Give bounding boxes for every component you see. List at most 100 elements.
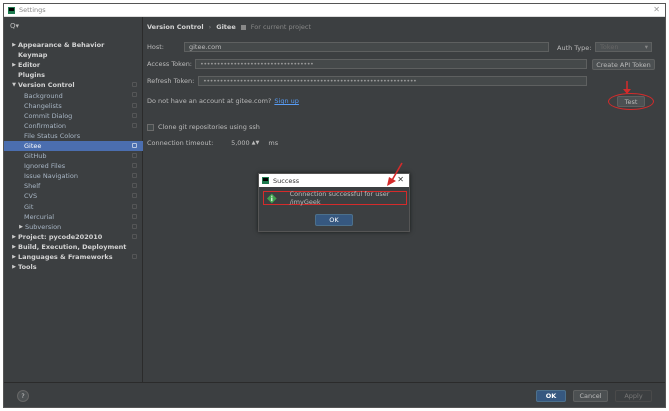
sidebar-item-issue-navigation[interactable]: Issue Navigation [4,171,143,181]
create-api-token-button[interactable]: Create API Token [592,59,655,70]
timeout-value: 5,000 [231,139,250,147]
sidebar-item-label: Gitee [24,141,42,150]
settings-tree: ▶ Appearance & Behavior Keymap ▶ Editor Plugi… [4,40,143,272]
sidebar-item-label: Changelists [24,101,62,110]
annotation-arrow-icon [387,162,403,186]
window-titlebar: Settings ✕ [4,4,665,17]
breadcrumb: Version Control › Gitee For current proj… [147,23,311,31]
chevron-down-icon: ▾ [644,43,648,51]
clone-ssh-label: Clone git repositories using ssh [158,123,260,131]
project-scope-icon [132,163,137,169]
apply-button[interactable]: Apply [615,390,652,402]
project-scope-icon [132,223,137,229]
sidebar-item-mercurial[interactable]: Mercurial [4,212,143,222]
chevron-right-icon[interactable]: ▶ [17,224,25,230]
chevron-right-icon[interactable]: ▶ [10,264,18,270]
pycharm-app-icon [8,6,15,14]
sidebar-item-build-execution-deployment[interactable]: ▶ Build, Execution, Deployment [4,242,143,252]
sidebar-item-label: Subversion [25,222,62,231]
timeout-label: Connection timeout: [147,139,214,147]
access-token-label: Access Token: [147,60,193,68]
timeout-input[interactable]: 5,000 ▲▼ [218,138,263,148]
info-icon [267,193,277,203]
sidebar-item-appearance-behavior[interactable]: ▶ Appearance & Behavior [4,40,143,50]
sidebar-item-label: Plugins [18,71,45,80]
auth-type-label: Auth Type: [557,44,592,52]
project-scope-icon [132,253,137,259]
sidebar-item-label: Tools [18,263,37,272]
sidebar-item-subversion[interactable]: ▶ Subversion [4,222,143,232]
chevron-right-icon[interactable]: ▶ [10,42,18,48]
sidebar-item-editor[interactable]: ▶ Editor [4,60,143,70]
signup-row: Do not have an account at gitee.com? Sig… [147,97,299,105]
project-scope-icon [132,142,137,148]
sidebar-item-plugins[interactable]: Plugins [4,70,143,80]
sidebar-item-commit-dialog[interactable]: Commit Dialog [4,111,143,121]
chevron-down-icon[interactable]: ▼ [10,82,18,88]
sidebar-item-version-control[interactable]: ▼ Version Control [4,80,143,90]
project-scope-icon [132,203,137,209]
dialog-ok-button[interactable]: OK [315,214,353,226]
sidebar-item-label: Git [24,202,34,211]
sidebar-item-label: Project: pycode202010 [18,232,103,241]
sidebar-item-label: Appearance & Behavior [18,41,105,50]
help-button[interactable]: ? [17,390,29,402]
sidebar-item-languages-frameworks[interactable]: ▶ Languages & Frameworks [4,252,143,262]
sign-up-link[interactable]: Sign up [274,97,299,105]
refresh-token-input[interactable]: ••••••••••••••••••••••••••••••••••••••••… [198,76,587,86]
project-scope-icon [132,122,137,128]
auth-type-select[interactable]: Token ▾ [595,42,652,52]
sidebar-item-gitee[interactable]: Gitee [4,140,143,152]
project-scope-icon [132,92,137,98]
sidebar-item-changelists[interactable]: Changelists [4,101,143,111]
chevron-right-icon[interactable]: ▶ [10,244,18,250]
sidebar-item-background[interactable]: Background [4,90,143,100]
sidebar-item-label: Issue Navigation [24,172,78,181]
settings-sidebar: Q▾ ▶ Appearance & Behavior Keymap ▶ Editor Pl… [4,17,143,382]
breadcrumb-scope: For current project [250,23,312,31]
sidebar-item-label: Version Control [18,81,75,90]
sidebar-item-label: File Status Colors [24,131,81,140]
search-icon[interactable]: Q▾ [10,22,19,30]
sidebar-item-label: Keymap [18,51,48,60]
sidebar-item-ignored-files[interactable]: Ignored Files [4,161,143,171]
sidebar-item-label: Editor [18,61,41,70]
window-title: Settings [19,6,46,14]
refresh-token-label: Refresh Token: [147,77,195,85]
host-input[interactable]: gitee.com [184,42,549,52]
breadcrumb-page: Gitee [216,23,236,31]
timeout-unit: ms [268,139,279,147]
sidebar-item-shelf[interactable]: Shelf [4,181,143,191]
dialog-button-bar: ? OK Cancel Apply [4,382,665,407]
auth-type-value: Token [600,43,619,51]
sidebar-item-confirmation[interactable]: Confirmation [4,121,143,131]
cancel-button[interactable]: Cancel [573,390,608,402]
window-close-icon[interactable]: ✕ [653,5,660,14]
sidebar-item-cvs[interactable]: CVS [4,191,143,201]
project-scope-icon [132,82,137,88]
sidebar-item-label: Build, Execution, Deployment [18,242,127,251]
sidebar-item-github[interactable]: GitHub [4,151,143,161]
access-token-row: Access Token: ••••••••••••••••••••••••••… [147,59,587,69]
sidebar-item-git[interactable]: Git [4,202,143,212]
access-token-input[interactable]: •••••••••••••••••••••••••••••••••• [195,59,587,69]
clone-ssh-checkbox[interactable] [147,123,154,131]
breadcrumb-section: Version Control [147,23,204,31]
chevron-right-icon[interactable]: ▶ [10,254,18,260]
ok-button[interactable]: OK [536,390,566,402]
sidebar-item-label: Commit Dialog [24,111,73,120]
project-scope-icon [132,183,137,189]
chevron-right-icon[interactable]: ▶ [10,62,18,68]
sidebar-item-project-pycode202010[interactable]: ▶ Project: pycode202010 [4,232,143,242]
project-scope-icon [132,112,137,118]
refresh-token-row: Refresh Token: •••••••••••••••••••••••••… [147,76,587,86]
sidebar-item-label: Mercurial [24,212,55,221]
chevron-right-icon[interactable]: ▶ [10,234,18,240]
project-scope-icon [132,193,137,199]
sidebar-item-keymap[interactable]: Keymap [4,50,143,60]
spinner-arrows-icon[interactable]: ▲▼ [252,140,260,146]
sidebar-item-file-status-colors[interactable]: File Status Colors [4,131,143,141]
sidebar-item-label: CVS [24,192,38,201]
project-scope-icon [132,153,137,159]
sidebar-item-tools[interactable]: ▶ Tools [4,262,143,272]
